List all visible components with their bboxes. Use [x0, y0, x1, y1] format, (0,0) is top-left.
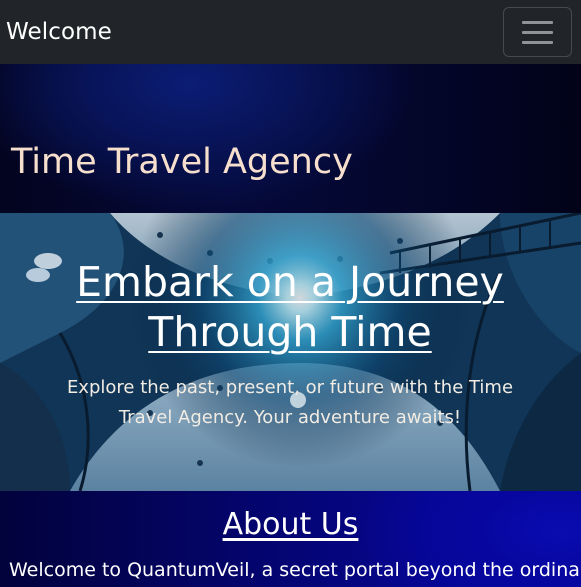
- menu-toggle-button[interactable]: [503, 7, 572, 57]
- navbar-brand[interactable]: Welcome: [6, 19, 112, 45]
- hero-section: Embark on a Journey Through Time Explore…: [0, 213, 581, 491]
- hero-content: Embark on a Journey Through Time Explore…: [0, 213, 581, 491]
- page-title: Time Travel Agency: [11, 142, 353, 182]
- about-description: Welcome to QuantumVeil, a secret portal …: [9, 559, 581, 581]
- navbar: Welcome: [0, 0, 581, 64]
- hamburger-menu-icon: [522, 20, 553, 44]
- header-band: Time Travel Agency: [0, 64, 581, 213]
- hero-description: Explore the past, present, or future wit…: [66, 377, 514, 428]
- about-section: About Us Welcome to QuantumVeil, a secre…: [0, 491, 581, 587]
- hero-title: Embark on a Journey Through Time: [76, 258, 504, 356]
- about-title: About Us: [222, 507, 359, 542]
